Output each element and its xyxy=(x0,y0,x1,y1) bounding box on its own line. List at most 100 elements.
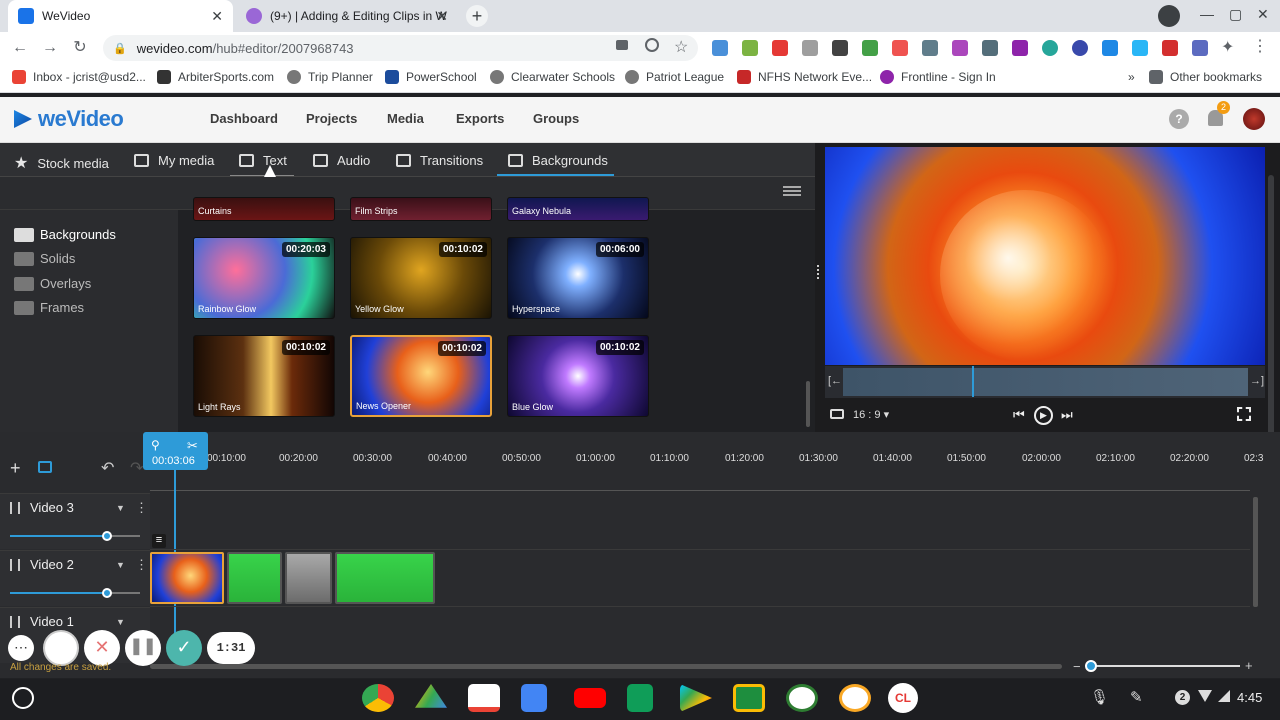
recorder-done-icon[interactable]: ✓ xyxy=(166,630,202,666)
timeline-clip-photo[interactable] xyxy=(285,552,332,604)
chrome-app-icon[interactable] xyxy=(362,684,394,712)
recorder-cancel-icon[interactable]: ✕ xyxy=(84,630,120,666)
zoom-in-icon[interactable]: + xyxy=(1245,658,1253,673)
cl-app-icon[interactable]: CL xyxy=(888,683,918,713)
extension-icon[interactable] xyxy=(772,40,788,56)
timeline-hscroll[interactable] xyxy=(150,664,1062,669)
extension-icon[interactable] xyxy=(832,40,848,56)
extension-icon[interactable] xyxy=(862,40,878,56)
track-menu-icon[interactable]: ⋮ xyxy=(135,557,148,573)
timeline-clip-news-opener[interactable] xyxy=(150,552,224,604)
timeline-clip-green[interactable] xyxy=(335,552,435,604)
launcher-icon[interactable] xyxy=(12,687,34,709)
signal-icon[interactable] xyxy=(1218,690,1230,702)
extension-icon[interactable] xyxy=(952,40,968,56)
tab-text[interactable]: Text xyxy=(239,153,287,168)
puzzle-icon[interactable]: ✦ xyxy=(1221,37,1234,57)
tab-adding-clips[interactable]: (9+) | Adding & Editing Clips in W ✕ xyxy=(236,0,458,32)
folder-overlays[interactable]: Overlays xyxy=(14,276,91,291)
tab-wevideo[interactable]: WeVideo ✕ xyxy=(8,0,233,32)
thumb-light-rays[interactable]: 00:10:02 Light Rays xyxy=(193,335,335,417)
clock[interactable]: 4:45 xyxy=(1237,690,1262,705)
undo-icon[interactable]: ↶ xyxy=(101,458,114,478)
skip-forward-icon[interactable]: ⏭ xyxy=(1061,407,1073,423)
thumb-rainbow-glow[interactable]: 00:20:03 Rainbow Glow xyxy=(193,237,335,319)
timeline-clip-green[interactable] xyxy=(227,552,282,604)
reload-icon[interactable]: ↻ xyxy=(70,38,90,58)
extension-icon[interactable] xyxy=(1132,40,1148,56)
gmail-app-icon[interactable] xyxy=(468,684,500,712)
wevideo-logo[interactable]: weVideo xyxy=(38,106,124,132)
youtube-app-icon[interactable] xyxy=(574,688,606,708)
extension-icon[interactable] xyxy=(712,40,728,56)
maximize-icon[interactable]: ▢ xyxy=(1229,6,1242,23)
docs-app-icon[interactable] xyxy=(521,684,547,712)
nav-media[interactable]: Media xyxy=(387,111,424,126)
bookmark-star-icon[interactable]: ☆ xyxy=(674,37,688,57)
track-name[interactable]: Video 3 xyxy=(30,500,74,515)
extension-icon[interactable] xyxy=(892,40,908,56)
track-name[interactable]: Video 2 xyxy=(30,557,74,572)
address-bar[interactable]: 🔒 wevideo.com /hub#editor/2007968743 xyxy=(103,35,698,61)
folder-frames[interactable]: Frames xyxy=(14,300,84,315)
keep-app-icon[interactable] xyxy=(839,684,871,712)
tab-audio[interactable]: Audio xyxy=(313,153,370,168)
scrub-playhead[interactable] xyxy=(972,366,974,397)
extension-icon[interactable] xyxy=(1072,40,1088,56)
forward-icon[interactable]: → xyxy=(40,38,60,58)
bookmark-trip-planner[interactable]: Trip Planner xyxy=(287,70,373,84)
recorder-camera-icon[interactable] xyxy=(43,630,79,666)
extension-icon[interactable] xyxy=(1162,40,1178,56)
tab-transitions[interactable]: Transitions xyxy=(396,153,483,168)
bookmark-inbox[interactable]: Inbox - jcrist@usd2... xyxy=(12,70,146,84)
nav-groups[interactable]: Groups xyxy=(533,111,579,126)
extension-icon[interactable] xyxy=(982,40,998,56)
split-scissors-icon[interactable]: ✂ xyxy=(187,438,198,454)
thumb-yellow-glow[interactable]: 00:10:02 Yellow Glow xyxy=(350,237,492,319)
extension-icon[interactable] xyxy=(742,40,758,56)
extension-icon[interactable] xyxy=(1042,40,1058,56)
thumb-hyperspace[interactable]: 00:06:00 Hyperspace xyxy=(507,237,649,319)
back-icon[interactable]: ← xyxy=(10,38,30,58)
folder-backgrounds[interactable]: Backgrounds xyxy=(14,227,116,242)
close-tab-icon[interactable]: ✕ xyxy=(436,8,448,24)
snap-icon[interactable] xyxy=(38,461,52,473)
grid-scrollbar[interactable] xyxy=(806,381,810,427)
new-tab-button[interactable]: + xyxy=(466,5,488,27)
bookmark-arbiter[interactable]: ArbiterSports.com xyxy=(157,70,274,84)
nav-exports[interactable]: Exports xyxy=(456,111,504,126)
extension-icon[interactable] xyxy=(922,40,938,56)
bookmark-powerschool[interactable]: PowerSchool xyxy=(385,70,477,84)
add-track-icon[interactable]: + xyxy=(10,458,21,479)
folder-solids[interactable]: Solids xyxy=(14,251,75,266)
zoom-icon[interactable] xyxy=(645,38,659,52)
track-name[interactable]: Video 1 xyxy=(30,614,74,629)
wifi-icon[interactable] xyxy=(1198,690,1212,702)
notifications-count-badge[interactable]: 2 xyxy=(1175,690,1190,705)
thumb-film-strips[interactable]: Film Strips xyxy=(350,197,492,221)
play-icon[interactable]: ▶ xyxy=(1034,406,1053,425)
nav-dashboard[interactable]: Dashboard xyxy=(210,111,278,126)
stylus-icon[interactable]: ✎ xyxy=(1130,688,1143,706)
aspect-ratio-select[interactable]: 16 : 9 ▾ xyxy=(853,408,889,421)
sheets-app-icon[interactable] xyxy=(627,684,653,712)
resize-handle[interactable] xyxy=(817,265,821,279)
tab-my-media[interactable]: My media xyxy=(134,153,214,168)
extension-icon[interactable] xyxy=(1102,40,1118,56)
volume-handle[interactable] xyxy=(102,588,112,598)
track-dropdown-icon[interactable]: ▼ xyxy=(116,503,125,513)
skip-back-icon[interactable]: ⏮ xyxy=(1013,407,1025,423)
trim-start-icon[interactable]: [← xyxy=(828,375,842,387)
track-menu-icon[interactable]: ⋮ xyxy=(135,500,148,516)
clip-menu-icon[interactable]: ≡ xyxy=(152,534,166,548)
fullscreen-icon[interactable] xyxy=(1237,407,1251,421)
timeline-vscroll[interactable] xyxy=(1253,497,1258,607)
tab-backgrounds[interactable]: Backgrounds xyxy=(508,153,608,168)
extension-icon[interactable] xyxy=(802,40,818,56)
track-dropdown-icon[interactable]: ▼ xyxy=(116,617,125,627)
recorder-pause-icon[interactable]: ❚❚ xyxy=(125,630,161,666)
minimize-icon[interactable]: — xyxy=(1200,6,1214,22)
profile-icon[interactable] xyxy=(1158,5,1180,27)
bookmark-other[interactable]: Other bookmarks xyxy=(1149,70,1262,84)
zoom-out-icon[interactable]: − xyxy=(1073,659,1081,674)
